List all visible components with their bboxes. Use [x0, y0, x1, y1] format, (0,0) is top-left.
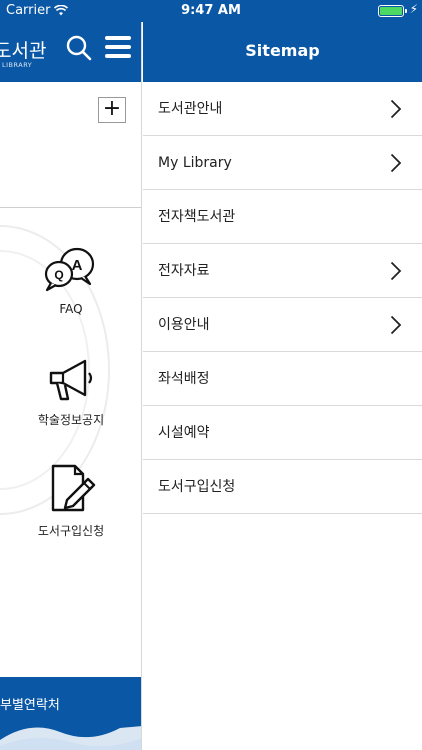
document-pencil-icon	[51, 464, 96, 512]
sitemap-item-library-info[interactable]: 도서관안내	[143, 82, 422, 136]
sitemap-item-label: My Library	[158, 155, 232, 171]
sitemap-menu: 도서관안내 My Library 전자책도서관 전자자료 이용안내 좌석배정 시…	[143, 82, 422, 514]
battery-icon	[378, 5, 407, 17]
sitemap-item-label: 좌석배정	[158, 371, 210, 387]
search-icon[interactable]	[65, 34, 93, 62]
quick-link-label: 도서구입신청	[37, 524, 105, 538]
sitemap-item-purchase-request[interactable]: 도서구입신청	[143, 460, 422, 514]
status-bar: Carrier 9:47 AM ⚡	[0, 0, 422, 22]
library-logo[interactable]: 도서관	[0, 36, 46, 63]
sitemap-item-facility-reservation[interactable]: 시설예약	[143, 406, 422, 460]
add-button[interactable]: +	[98, 97, 126, 123]
chevron-right-icon	[390, 99, 402, 119]
sitemap-title: Sitemap	[143, 22, 422, 82]
chevron-right-icon	[390, 315, 402, 335]
charging-bolt-icon: ⚡	[409, 2, 418, 16]
sitemap-item-seat-assignment[interactable]: 좌석배정	[143, 352, 422, 406]
sitemap-item-label: 도서구입신청	[158, 479, 236, 495]
sitemap-drawer: Sitemap 도서관안내 My Library 전자책도서관 전자자료 이용안…	[143, 0, 422, 750]
sitemap-item-label: 시설예약	[158, 425, 210, 441]
quick-link-notice[interactable]: 학술정보공지	[0, 355, 141, 428]
quick-link-faq[interactable]: A Q FAQ	[0, 244, 141, 316]
sitemap-item-ebook-library[interactable]: 전자책도서관	[143, 190, 422, 244]
wave-decoration	[0, 726, 141, 750]
quick-link-purchase-request[interactable]: 도서구입신청	[0, 462, 141, 539]
sitemap-item-label: 이용안내	[158, 317, 210, 333]
sitemap-item-my-library[interactable]: My Library	[143, 136, 422, 190]
quick-link-label: FAQ	[59, 302, 83, 316]
megaphone-icon	[49, 359, 93, 401]
sitemap-item-label: 전자자료	[158, 263, 210, 279]
quick-link-label: 학술정보공지	[37, 413, 105, 427]
sitemap-item-label: 전자책도서관	[158, 209, 236, 225]
sitemap-item-usage-guide[interactable]: 이용안내	[143, 298, 422, 352]
main-page-panel: 도서관 LIBRARY + A Q FAQ 학술정보공지	[0, 0, 142, 750]
faq-icon: A Q	[44, 247, 95, 292]
svg-text:A: A	[72, 257, 83, 274]
library-logo-subtext: LIBRARY	[2, 61, 33, 69]
divider	[0, 207, 141, 208]
status-time: 9:47 AM	[181, 3, 241, 18]
chevron-right-icon	[390, 153, 402, 173]
hamburger-menu-icon[interactable]	[105, 36, 131, 58]
chevron-right-icon	[390, 261, 402, 281]
contact-banner[interactable]: 부별연락처	[0, 677, 141, 750]
sitemap-item-label: 도서관안내	[158, 101, 223, 117]
svg-text:Q: Q	[54, 268, 63, 282]
main-header: 도서관 LIBRARY	[0, 22, 141, 82]
sitemap-item-e-resources[interactable]: 전자자료	[143, 244, 422, 298]
